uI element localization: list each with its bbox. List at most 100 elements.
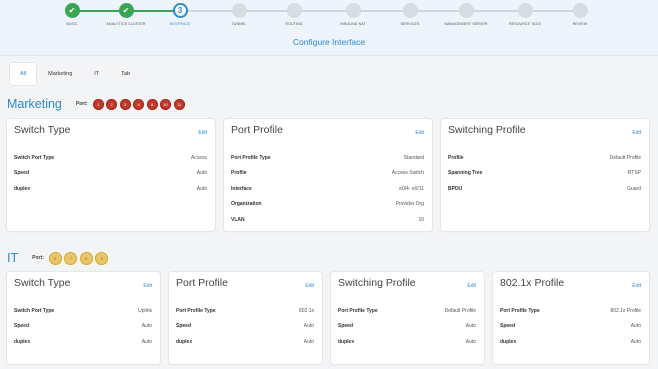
edit-link[interactable]: Edit: [467, 283, 476, 289]
field-row: Profile Default Profile: [448, 150, 641, 166]
field-label: Profile: [231, 170, 247, 177]
field-value: 802.1x Profile: [610, 307, 641, 314]
page-title: Configure Interface: [292, 37, 366, 47]
step-dot: [345, 3, 361, 18]
field-row: Speed Auto: [500, 319, 641, 335]
card-it-8021x-profile: 802.1x Profile Edit Port Profile Type 802…: [493, 272, 649, 364]
field-value: Auto: [196, 170, 207, 177]
port-badge[interactable]: 4: [133, 98, 145, 110]
field-label: Port Profile Type: [231, 154, 271, 161]
port-badge[interactable]: 3: [119, 98, 131, 110]
port-list: 1 2 3 4 5 10 11: [92, 98, 185, 110]
edit-link[interactable]: Edit: [415, 130, 424, 136]
tab-marketing[interactable]: Marketing: [38, 63, 82, 85]
group-header-it: IT Port: 6 7 8 9: [7, 251, 109, 265]
field-value: Provider Org: [395, 201, 424, 208]
port-label: Port:: [75, 101, 88, 107]
field-row: Profile Access Switch: [231, 166, 424, 182]
field-row: duplex Auto: [500, 334, 641, 350]
card-port-profile: Port Profile Edit Port Profile Type Stand…: [224, 119, 432, 231]
field-label: Speed: [500, 323, 516, 330]
field-value: RTSP: [627, 170, 641, 177]
card-title: Switching Profile: [338, 277, 416, 289]
field-label: Speed: [14, 323, 30, 330]
card-switching-profile: Switching Profile Edit Profile Default Pr…: [441, 119, 649, 231]
field-value: Auto: [141, 323, 152, 330]
port-badge[interactable]: 8: [79, 251, 93, 265]
field-label: Port Profile Type: [338, 307, 378, 314]
field-value: Auto: [630, 338, 641, 345]
port-badge[interactable]: 1: [92, 98, 104, 110]
field-label: duplex: [338, 338, 355, 345]
field-value: Auto: [465, 338, 476, 345]
field-row: duplex Auto: [176, 334, 314, 350]
field-label: Port Profile Type: [176, 307, 216, 314]
field-row: Organization Provider Org: [231, 197, 424, 213]
field-row: Speed Auto: [338, 319, 476, 335]
step-dot: [231, 3, 247, 18]
port-badge[interactable]: 7: [64, 251, 78, 265]
field-row: Speed Auto: [14, 166, 207, 182]
group-header-marketing: Marketing Port: 1 2 3 4 5 10 11: [7, 97, 185, 111]
port-badge[interactable]: 6: [48, 251, 62, 265]
field-row: duplex Auto: [338, 334, 476, 350]
check-icon: ✔: [64, 3, 80, 18]
port-badge[interactable]: 5: [146, 98, 158, 110]
wizard-step-review[interactable]: REVIEW: [540, 3, 620, 26]
edit-link[interactable]: Edit: [198, 130, 207, 136]
field-value: 802.1x: [298, 307, 314, 314]
edit-link[interactable]: Edit: [143, 283, 152, 289]
field-label: Speed: [338, 323, 354, 330]
field-label: Interface: [231, 185, 252, 192]
step-number: 3: [172, 3, 188, 18]
tab-it[interactable]: IT: [84, 63, 109, 85]
field-value: Access: [190, 154, 207, 161]
field-value: Auto: [465, 323, 476, 330]
field-value: Auto: [630, 323, 641, 330]
edit-link[interactable]: Edit: [632, 130, 641, 136]
field-row: duplex Auto: [14, 334, 152, 350]
port-badge[interactable]: 10: [160, 98, 172, 110]
edit-link[interactable]: Edit: [632, 283, 641, 289]
field-label: duplex: [14, 338, 31, 345]
card-title: 802.1x Profile: [500, 277, 565, 289]
field-row: Port Profile Type 802.1x Profile: [500, 303, 641, 319]
card-switch-type: Switch Type Edit Switch Port Type Access …: [7, 119, 215, 231]
field-row: Port Profile Type 802.1x: [176, 303, 314, 319]
group-title: Marketing: [7, 97, 62, 111]
field-value: Default Profile: [609, 154, 641, 161]
field-value: Standard: [403, 154, 424, 161]
field-label: Speed: [176, 323, 192, 330]
group-tabs: All Marketing IT Tab: [10, 63, 140, 85]
card-it-port-profile: Port Profile Edit Port Profile Type 802.1…: [169, 272, 322, 364]
field-value: Auto: [141, 338, 152, 345]
field-label: duplex: [14, 185, 31, 192]
step-dot: [286, 3, 302, 18]
edit-link[interactable]: Edit: [305, 283, 314, 289]
card-title: Switch Type: [14, 277, 71, 289]
step-dot: [458, 3, 474, 18]
wizard-step-label: REVIEW: [572, 22, 588, 26]
tab-tab[interactable]: Tab: [111, 63, 140, 85]
field-label: Switch Port Type: [14, 154, 55, 161]
port-badge[interactable]: 2: [106, 98, 118, 110]
field-label: duplex: [500, 338, 517, 345]
tab-all[interactable]: All: [10, 63, 37, 85]
field-value: Auto: [196, 185, 207, 192]
field-value: 10: [418, 216, 424, 223]
field-value: Auto: [303, 323, 314, 330]
field-value: Default Profile: [444, 307, 476, 314]
field-row: Interface e0/4- e0/11: [231, 181, 424, 197]
card-it-switch-type: Switch Type Edit Switch Port Type Uplink …: [7, 272, 160, 364]
field-row: Switch Port Type Uplink: [14, 303, 152, 319]
field-label: Port Profile Type: [500, 307, 540, 314]
port-badge[interactable]: 9: [95, 251, 109, 265]
field-row: VLAN 10: [231, 212, 424, 228]
port-badge[interactable]: 11: [173, 98, 185, 110]
field-value: Guard: [627, 185, 641, 192]
field-row: Speed Auto: [14, 319, 152, 335]
field-label: Speed: [14, 170, 30, 177]
card-it-switching-profile: Switching Profile Edit Port Profile Type…: [331, 272, 484, 364]
step-dot: [402, 3, 418, 18]
card-title: Port Profile: [231, 124, 283, 136]
